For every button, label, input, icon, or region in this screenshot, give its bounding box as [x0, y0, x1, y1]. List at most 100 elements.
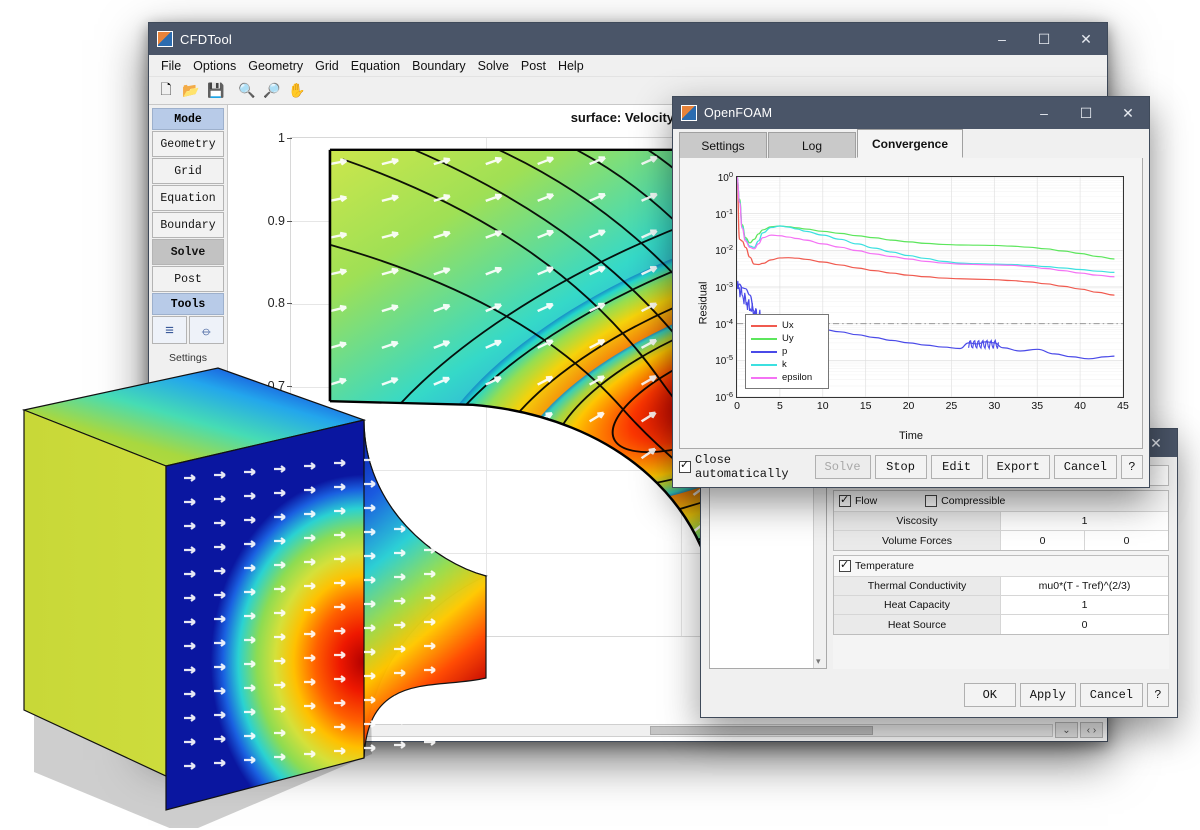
settings-button[interactable]: Settings [152, 346, 224, 370]
row-value[interactable]: mu0*(T - Tref)^(2/3) [1001, 577, 1168, 595]
chart-y-axis-label: Residual [697, 282, 709, 325]
plot-y-tick: 0.4 [268, 627, 285, 641]
openfoam-maximize-button[interactable]: ☐ [1065, 97, 1107, 129]
chart-x-tick: 35 [1031, 400, 1043, 412]
button-stop[interactable]: Stop [875, 455, 927, 479]
checkbox-box [839, 560, 851, 572]
legend-swatch-Uy [751, 338, 777, 340]
menu-item-grid[interactable]: Grid [309, 57, 345, 75]
menu-item-equation[interactable]: Equation [345, 57, 406, 75]
tab-settings[interactable]: Settings [679, 132, 767, 158]
compressible-label: Compressible [941, 495, 1005, 507]
new-file-icon[interactable]: 🗋 [155, 80, 177, 102]
chart-x-tick: 25 [946, 400, 958, 412]
legend-item-k: k [751, 358, 823, 371]
button-cancel[interactable]: Cancel [1080, 683, 1143, 707]
table-row: Volume Forces00 [834, 531, 1168, 550]
temperature-checkbox[interactable]: Temperature [839, 560, 914, 572]
openfoam-window-title: OpenFOAM [704, 106, 1023, 120]
grid-lines-icon[interactable]: ≡ [152, 316, 187, 344]
button-apply[interactable]: Apply [1020, 683, 1076, 707]
zoom-in-icon[interactable]: 🔍 [236, 80, 258, 102]
open-folder-icon[interactable]: 📂 [180, 80, 202, 102]
series-epsilon [737, 177, 1114, 277]
pan-hand-icon[interactable]: ✋ [286, 80, 308, 102]
horizontal-scrollbar[interactable] [306, 724, 1053, 737]
row-value[interactable]: 1 [1001, 512, 1168, 530]
sidebar-item-boundary[interactable]: Boundary [152, 212, 224, 238]
legend-label: epsilon [782, 372, 812, 383]
sidebar: Mode GeometryGridEquationBoundarySolvePo… [149, 105, 227, 741]
save-icon[interactable]: 💾 [205, 80, 227, 102]
series-Ux [737, 177, 1114, 295]
legend-swatch-epsilon [751, 377, 777, 379]
table-row: Heat Source0 [834, 615, 1168, 634]
legend-label: p [782, 346, 787, 357]
plot-y-tick: 0.7 [268, 379, 285, 393]
legend-swatch-p [751, 351, 777, 353]
sidebar-item-geometry[interactable]: Geometry [152, 131, 224, 157]
flow-label: Flow [855, 495, 877, 507]
openfoam-minimize-button[interactable]: – [1023, 97, 1065, 129]
menu-item-options[interactable]: Options [187, 57, 242, 75]
tools-row: ≡⦵ [152, 316, 224, 344]
sidebar-item-solve[interactable]: Solve [152, 239, 224, 265]
row-value[interactable]: 0 [1001, 615, 1168, 634]
openfoam-button-row: SolveStopEditExportCancel? [815, 455, 1143, 479]
sidebar-item-post[interactable]: Post [152, 266, 224, 292]
button-solve[interactable]: Solve [815, 455, 871, 479]
equation-listbox[interactable]: ▾ [709, 465, 827, 669]
button-ok[interactable]: OK [964, 683, 1016, 707]
scroll-down-icon[interactable]: ▾ [816, 656, 821, 667]
button-edit[interactable]: Edit [931, 455, 983, 479]
openfoam-window: OpenFOAM – ☐ ✕ SettingsLogConvergence Re… [672, 96, 1150, 488]
listbox-scrollbar[interactable]: ▾ [813, 466, 826, 668]
openfoam-titlebar: OpenFOAM – ☐ ✕ [673, 97, 1149, 129]
menu-item-file[interactable]: File [155, 57, 187, 75]
zoom-out-icon[interactable]: 🔎 [261, 80, 283, 102]
compressible-checkbox[interactable]: Compressible [925, 495, 1005, 507]
maximize-button[interactable]: ☐ [1023, 23, 1065, 55]
temperature-checkbox-row: Temperature [834, 556, 1168, 577]
chart-x-tick: 10 [817, 400, 829, 412]
flow-checkbox[interactable]: Flow [839, 495, 877, 507]
plot-y-tick: 0.9 [268, 214, 285, 228]
openfoam-close-button[interactable]: ✕ [1107, 97, 1149, 129]
menu-item-post[interactable]: Post [515, 57, 552, 75]
button-help[interactable]: ? [1147, 683, 1169, 707]
convergence-tab-panel: Residual Time UxUypkepsilon 10010-110-21… [679, 158, 1143, 449]
legend-label: Uy [782, 333, 794, 344]
openfoam-footer: Close automatically SolveStopEditExportC… [679, 453, 1143, 481]
equation-properties-table: Density1.225FlowCompressibleViscosity1Vo… [833, 465, 1169, 669]
convergence-chart[interactable]: UxUypkepsilon 10010-110-210-310-410-510-… [736, 176, 1124, 398]
button-help[interactable]: ? [1121, 455, 1143, 479]
chart-y-tick: 10-6 [715, 390, 733, 404]
row-label: Heat Source [834, 615, 1001, 634]
corner-control-1[interactable]: ‹ › [1080, 722, 1103, 738]
button-cancel[interactable]: Cancel [1054, 455, 1117, 479]
row-value[interactable]: 0 [1001, 531, 1085, 550]
corner-control-0[interactable]: ⌄ [1055, 722, 1078, 738]
menu-item-boundary[interactable]: Boundary [406, 57, 472, 75]
button-export[interactable]: Export [987, 455, 1050, 479]
menu-item-geometry[interactable]: Geometry [242, 57, 309, 75]
chart-y-tick: 10-1 [715, 206, 733, 220]
chart-x-tick: 20 [903, 400, 915, 412]
sidebar-item-grid[interactable]: Grid [152, 158, 224, 184]
sidebar-item-equation[interactable]: Equation [152, 185, 224, 211]
menu-item-help[interactable]: Help [552, 57, 590, 75]
row-value[interactable]: 1 [1001, 596, 1168, 614]
contour-toggle-icon[interactable]: ⦵ [189, 316, 224, 344]
close-automatically-checkbox[interactable]: Close automatically [679, 453, 815, 481]
chart-legend: Ux Uy pkepsilon [745, 314, 829, 389]
close-button[interactable]: ✕ [1065, 23, 1107, 55]
legend-label: Ux [782, 320, 794, 331]
tab-log[interactable]: Log [768, 132, 856, 158]
row-value[interactable]: 0 [1085, 531, 1168, 550]
chart-x-tick: 15 [860, 400, 872, 412]
scrollbar-thumb[interactable] [650, 726, 874, 735]
tab-convergence[interactable]: Convergence [857, 129, 963, 158]
minimize-button[interactable]: – [981, 23, 1023, 55]
plot-y-tick: 0.5 [268, 544, 285, 558]
menu-item-solve[interactable]: Solve [472, 57, 515, 75]
